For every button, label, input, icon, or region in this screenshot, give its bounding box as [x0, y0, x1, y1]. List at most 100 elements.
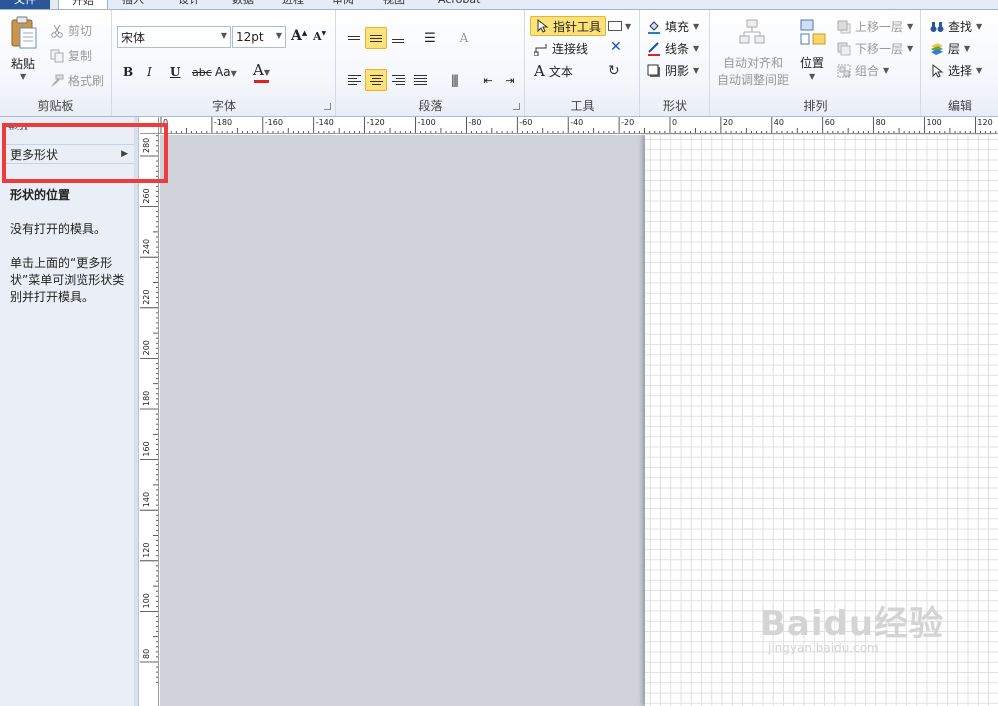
copy-button[interactable]: 复制 [50, 47, 92, 64]
distribute-button[interactable]: ||| [443, 69, 465, 91]
chevron-down-icon: ▼ [275, 31, 282, 40]
decrease-indent-button[interactable]: ⇤ [477, 69, 499, 91]
align-top-icon [348, 34, 360, 42]
shapes-hint-text: 单击上面的“更多形状”菜单可浏览形状类别并打开模具。 [10, 256, 125, 304]
position-icon[interactable] [799, 18, 827, 48]
paragraph-dialog-launcher-icon[interactable] [513, 103, 520, 110]
italic-button[interactable]: I [147, 65, 152, 79]
font-dialog-launcher-icon[interactable] [324, 103, 331, 110]
align-bottom-button[interactable] [387, 27, 409, 49]
tab-file[interactable]: 文件 [0, 0, 50, 9]
ruler-label: 140 [142, 492, 151, 507]
pointer-icon [535, 18, 549, 33]
chevron-down-icon: ▼ [976, 66, 983, 75]
chevron-down-icon[interactable]: ▼ [625, 22, 631, 31]
font-name-value: 宋体 [121, 30, 146, 45]
chevron-down-icon: ▼ [693, 44, 700, 53]
find-button[interactable]: 查找 ▼ [930, 18, 982, 35]
font-size-combo[interactable]: 12pt ▼ [232, 26, 286, 48]
scissors-icon [50, 24, 64, 38]
ruler-label: 0 [672, 118, 677, 127]
chevron-down-icon: ▼ [263, 68, 270, 77]
text-direction-icon: A [459, 31, 469, 45]
text-tool-button[interactable]: A 文本 [534, 62, 573, 80]
paste-label[interactable]: 粘贴 [11, 55, 35, 72]
binoculars-icon [930, 20, 944, 34]
group-button[interactable]: 组合 ▼ [837, 62, 889, 79]
ruler-label: 20 [723, 118, 733, 127]
rectangle-tool-icon[interactable] [608, 21, 622, 31]
line-button[interactable]: 线条 ▼ [647, 40, 699, 57]
bring-forward-button[interactable]: 上移一层 ▼ [837, 18, 913, 35]
tab-view[interactable]: 视图 [383, 0, 405, 9]
change-case-button[interactable]: Aa▼ [215, 65, 237, 79]
tab-home[interactable]: 开始 [58, 0, 108, 9]
layers-button[interactable]: 层 ▼ [930, 40, 970, 57]
tab-insert[interactable]: 插入 [122, 0, 144, 9]
horizontal-ruler[interactable]: 0 -180 -160 -140 -120 -100 -80 -60 -40 -20 0 20 40 60… [159, 117, 998, 134]
clipboard-group-label: 剪贴板 [37, 99, 74, 113]
select-button[interactable]: 选择 ▼ [930, 62, 982, 79]
ruler-label: -40 [570, 118, 583, 127]
shape-group-label: 形状 [662, 99, 687, 113]
align-right-button[interactable] [387, 69, 409, 91]
chevron-down-icon: ▼ [907, 22, 914, 31]
tab-design[interactable]: 设计 [178, 0, 200, 9]
justify-icon [413, 73, 427, 87]
bold-button[interactable]: B [123, 65, 133, 79]
align-middle-button[interactable] [365, 27, 387, 49]
font-name-combo[interactable]: 宋体 ▼ [117, 26, 231, 48]
send-backward-button[interactable]: 下移一层 ▼ [837, 40, 913, 57]
connector-tool-button[interactable]: 连接线 [533, 40, 588, 57]
increase-indent-button[interactable]: ⇥ [499, 69, 521, 91]
ruler-label: 180 [142, 391, 151, 406]
chevron-down-icon[interactable]: ▼ [809, 72, 815, 81]
tab-data[interactable]: 数据 [232, 0, 254, 9]
fill-button[interactable]: 填充 ▼ [647, 18, 699, 35]
strikethrough-button[interactable]: abc [192, 66, 212, 79]
pen-icon [647, 41, 661, 56]
rotate-icon[interactable]: ↻ [608, 63, 620, 79]
ruler-label: 120 [977, 118, 992, 127]
tab-review[interactable]: 审阅 [332, 0, 354, 9]
shapes-pane-splitter[interactable] [134, 117, 138, 706]
auto-align-label[interactable]: 自动对齐和 [723, 54, 783, 71]
tools-group: 指针工具 ▼ 连接线 ✕ A 文本 ↻ 工具 [526, 10, 640, 116]
send-backward-icon [837, 42, 851, 56]
paste-button[interactable] [9, 16, 39, 56]
position-label[interactable]: 位置 [800, 54, 824, 71]
cut-button[interactable]: 剪切 [50, 22, 92, 39]
ruler-label: -160 [265, 118, 283, 127]
pointer-tool-button[interactable]: 指针工具 [530, 16, 607, 36]
align-left-button[interactable] [343, 69, 365, 91]
vertical-ruler[interactable]: 280 260 240 220 200 180 160 140 120 100 80 [140, 134, 159, 706]
tab-process[interactable]: 进程 [282, 0, 304, 9]
underline-button[interactable]: U [170, 65, 180, 79]
bullets-button[interactable]: ☰ [419, 27, 441, 49]
shadow-button[interactable]: 阴影 ▼ [647, 62, 699, 79]
no-stencils-text: 没有打开的模具。 [10, 222, 107, 236]
horizontal-ruler-ticks: 0 -180 -160 -140 -120 -100 -80 -60 -40 -20 0 20 40 60… [160, 117, 997, 133]
chevron-down-icon: ▼ [907, 44, 914, 53]
chevron-down-icon: ▼ [693, 22, 700, 31]
font-color-button[interactable]: A▼ [253, 61, 270, 79]
format-painter-button[interactable]: 格式刷 [50, 72, 104, 89]
text-direction-button[interactable]: A [453, 27, 475, 49]
chevron-down-icon: ▼ [964, 44, 971, 53]
align-top-button[interactable] [343, 27, 365, 49]
close-icon[interactable]: ✕ [610, 39, 622, 55]
group-label: 组合 [855, 64, 880, 78]
shrink-font-button[interactable]: A▼ [313, 30, 326, 43]
shapes-location-heading: 形状的位置 [10, 188, 71, 202]
tab-acrobat[interactable]: Acrobat [438, 0, 480, 9]
editing-group: 查找 ▼ 层 ▼ 选择 ▼ 编辑 [922, 10, 998, 116]
paste-dropdown-icon[interactable]: ▼ [20, 72, 26, 81]
align-center-icon [369, 73, 383, 87]
auto-align-icon[interactable] [737, 18, 767, 48]
ruler-label: 120 [142, 543, 151, 558]
ruler-label: 200 [142, 340, 151, 355]
auto-space-label[interactable]: 自动调整间距 [717, 71, 789, 88]
grow-font-button[interactable]: A▲ [291, 28, 307, 44]
align-center-button[interactable] [365, 69, 387, 91]
justify-button[interactable] [409, 69, 431, 91]
